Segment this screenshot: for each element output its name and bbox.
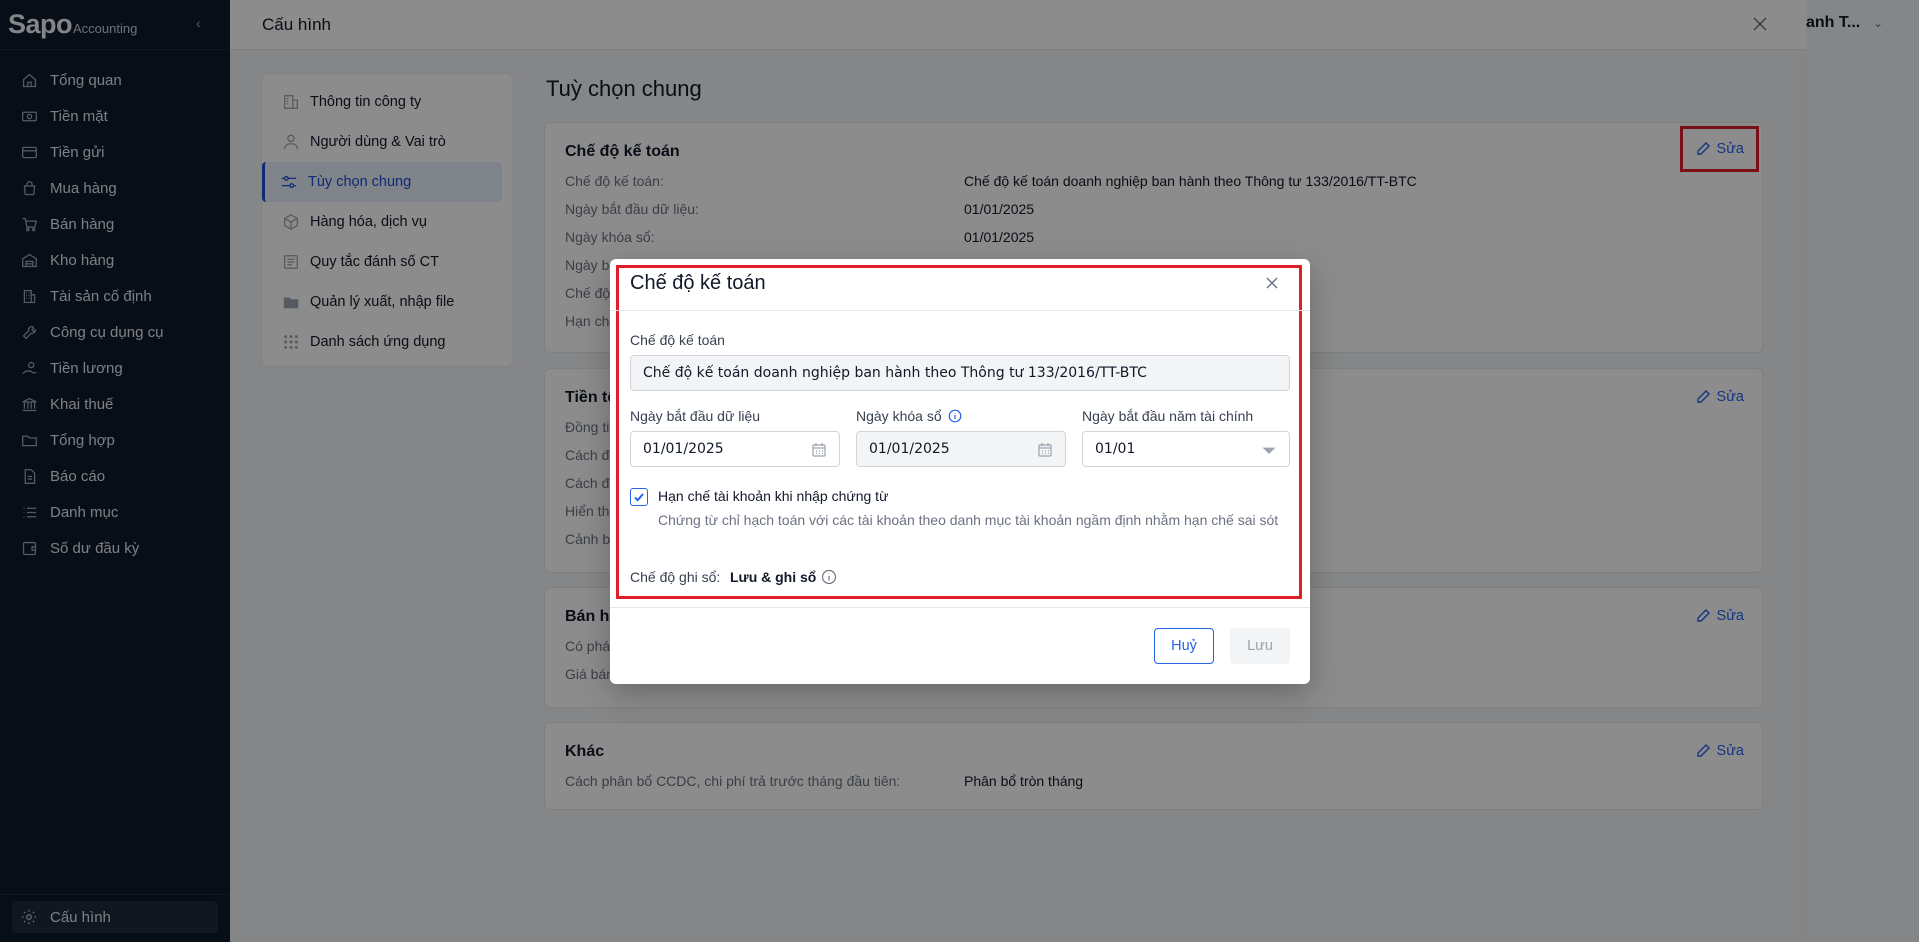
restrict-accounts-description: Chứng từ chỉ hạch toán với các tài khoản… — [658, 512, 1279, 528]
cancel-button[interactable]: Huỷ — [1154, 628, 1214, 664]
start-date-field[interactable]: 01/01/2025 — [630, 431, 840, 467]
close-icon[interactable] — [1264, 275, 1280, 291]
posting-mode-value: Lưu & ghi sổ — [730, 569, 817, 585]
restrict-accounts-label[interactable]: Hạn chế tài khoản khi nhập chứng từ — [658, 488, 888, 504]
save-button[interactable]: Lưu — [1230, 628, 1290, 664]
caret-down-icon — [1261, 442, 1277, 458]
fiscal-start-select[interactable]: 01/01 — [1082, 431, 1290, 467]
fiscal-start-value: 01/01 — [1095, 441, 1136, 457]
start-date-label: Ngày bắt đầu dữ liệu — [630, 408, 761, 424]
lock-date-value: 01/01/2025 — [869, 441, 950, 457]
accounting-regime-modal: Chế độ kế toán Chế độ kế toán Chế độ kế … — [610, 259, 1310, 684]
lock-date-label-wrap: Ngày khóa sổ — [856, 408, 962, 424]
modal-footer-divider — [610, 607, 1310, 608]
calendar-icon[interactable] — [1037, 442, 1053, 458]
posting-mode-label: Chế độ ghi sổ: — [630, 569, 721, 585]
fiscal-start-label: Ngày bắt đầu năm tài chính — [1082, 408, 1254, 424]
info-icon[interactable] — [948, 409, 962, 423]
calendar-icon[interactable] — [811, 442, 827, 458]
regime-label: Chế độ kế toán — [630, 332, 725, 348]
lock-date-field[interactable]: 01/01/2025 — [856, 431, 1066, 467]
modal-divider — [610, 310, 1310, 311]
regime-field[interactable]: Chế độ kế toán doanh nghiệp ban hành the… — [630, 355, 1290, 391]
restrict-accounts-checkbox[interactable] — [630, 488, 648, 506]
modal-title: Chế độ kế toán — [630, 272, 766, 294]
start-date-value: 01/01/2025 — [643, 441, 724, 457]
regime-value: Chế độ kế toán doanh nghiệp ban hành the… — [643, 365, 1147, 381]
info-icon[interactable] — [821, 569, 837, 585]
lock-date-label: Ngày khóa sổ — [856, 408, 942, 424]
